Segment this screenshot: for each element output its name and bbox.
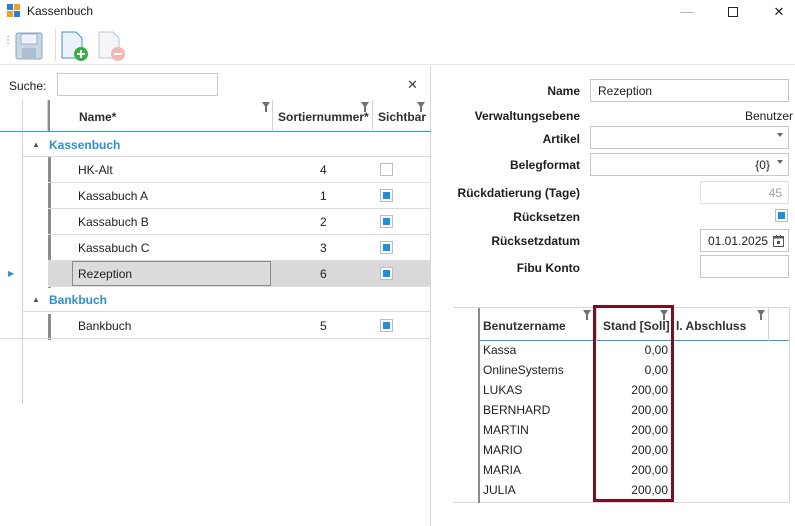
close-icon: ✕	[773, 3, 785, 19]
document-remove-icon	[98, 31, 125, 61]
visible-checkbox[interactable]	[380, 319, 393, 332]
fibu-konto-field[interactable]	[700, 255, 789, 278]
title-bar: Kassenbuch — ✕	[0, 0, 795, 23]
current-row-indicator-icon: ▶	[8, 269, 15, 278]
filter-icon[interactable]	[262, 102, 270, 112]
column-header-name[interactable]: Name*	[48, 100, 273, 132]
maximize-icon	[728, 6, 738, 17]
toolbar-separator	[55, 29, 56, 61]
name-field[interactable]: Rezeption	[590, 79, 789, 102]
new-button[interactable]	[59, 31, 91, 63]
left-panel: Suche: ✕ Name* Sortiernummer* Sichtbar ▶…	[0, 66, 431, 526]
chevron-down-icon	[777, 160, 783, 164]
maximize-button[interactable]	[710, 0, 756, 23]
visible-checkbox[interactable]	[380, 267, 393, 280]
belegformat-select[interactable]: {0}	[590, 153, 789, 176]
save-button[interactable]	[14, 31, 44, 61]
column-header-sortiernummer[interactable]: Sortiernummer*	[273, 100, 373, 132]
app-icon	[7, 4, 20, 17]
collapse-chevron-icon[interactable]: ▲	[32, 295, 40, 304]
visible-checkbox[interactable]	[380, 241, 393, 254]
rueckdatierung-label: Rückdatierung (Tage)	[457, 186, 580, 200]
group-row-bankbuch[interactable]: ▲ Bankbuch	[22, 288, 430, 312]
visible-checkbox[interactable]	[380, 215, 393, 228]
minimize-button[interactable]: —	[664, 0, 710, 23]
group-indicator-header	[23, 100, 48, 132]
ruecksetzdatum-datepicker[interactable]: 01.01.2025	[700, 229, 789, 252]
column-header-letzter-abschluss[interactable]: l. Abschluss	[673, 308, 769, 341]
visible-checkbox[interactable]	[380, 189, 393, 202]
filter-icon[interactable]	[583, 310, 591, 320]
verwaltungsebene-value: Benutzer	[744, 109, 793, 123]
name-label: Name	[547, 84, 580, 98]
row-indicator-column	[453, 308, 480, 503]
table-row[interactable]: Bankbuch 5	[48, 313, 430, 339]
search-input[interactable]	[57, 73, 218, 96]
column-header-sichtbar[interactable]: Sichtbar	[373, 100, 431, 132]
checkbox-check-icon	[778, 212, 785, 219]
annotation-highlight-box	[593, 305, 674, 502]
artikel-select[interactable]	[590, 126, 789, 149]
verwaltungsebene-label: Verwaltungsebene	[474, 109, 580, 123]
fibu-konto-label: Fibu Konto	[516, 261, 580, 275]
indicator-divider	[22, 132, 23, 404]
table-row[interactable]: Kassabuch A 1	[48, 183, 430, 209]
table-row-selected[interactable]: Rezeption 6	[48, 261, 430, 287]
ruecksetzen-label: Rücksetzen	[513, 210, 580, 224]
collapse-chevron-icon[interactable]: ▲	[32, 140, 40, 149]
group-row-kassenbuch[interactable]: ▲ Kassenbuch	[22, 133, 430, 157]
filter-icon[interactable]	[757, 310, 765, 320]
close-button[interactable]: ✕	[756, 0, 795, 23]
filter-icon[interactable]	[417, 102, 425, 112]
artikel-label: Artikel	[542, 132, 580, 146]
delete-button[interactable]	[96, 31, 128, 63]
toolbar: ⋮	[0, 27, 795, 65]
belegformat-label: Belegformat	[509, 158, 580, 172]
minimize-icon: —	[680, 4, 694, 19]
column-header-benutzername[interactable]: Benutzername	[480, 308, 597, 341]
search-label: Suche:	[9, 79, 47, 93]
grid-bottom-line	[0, 338, 430, 339]
calendar-icon[interactable]	[773, 235, 784, 247]
table-row[interactable]: Kassabuch C 3	[48, 235, 430, 261]
filter-icon[interactable]	[361, 102, 369, 112]
table-row[interactable]: Kassabuch B 2	[48, 209, 430, 235]
save-disk-icon	[15, 32, 43, 60]
rueckdatierung-field[interactable]: 45	[700, 181, 789, 204]
chevron-down-icon	[777, 133, 783, 137]
visible-checkbox[interactable]	[380, 163, 393, 176]
ruecksetzen-checkbox[interactable]	[775, 209, 788, 222]
toolbar-grip-icon: ⋮	[3, 35, 13, 46]
ruecksetzdatum-label: Rücksetzdatum	[491, 234, 580, 248]
table-row[interactable]: HK-Alt 4	[48, 157, 430, 183]
window-title: Kassenbuch	[27, 4, 94, 18]
search-clear-icon[interactable]: ✕	[407, 77, 418, 93]
new-document-add-icon	[61, 31, 88, 61]
row-indicator-header	[0, 100, 23, 132]
